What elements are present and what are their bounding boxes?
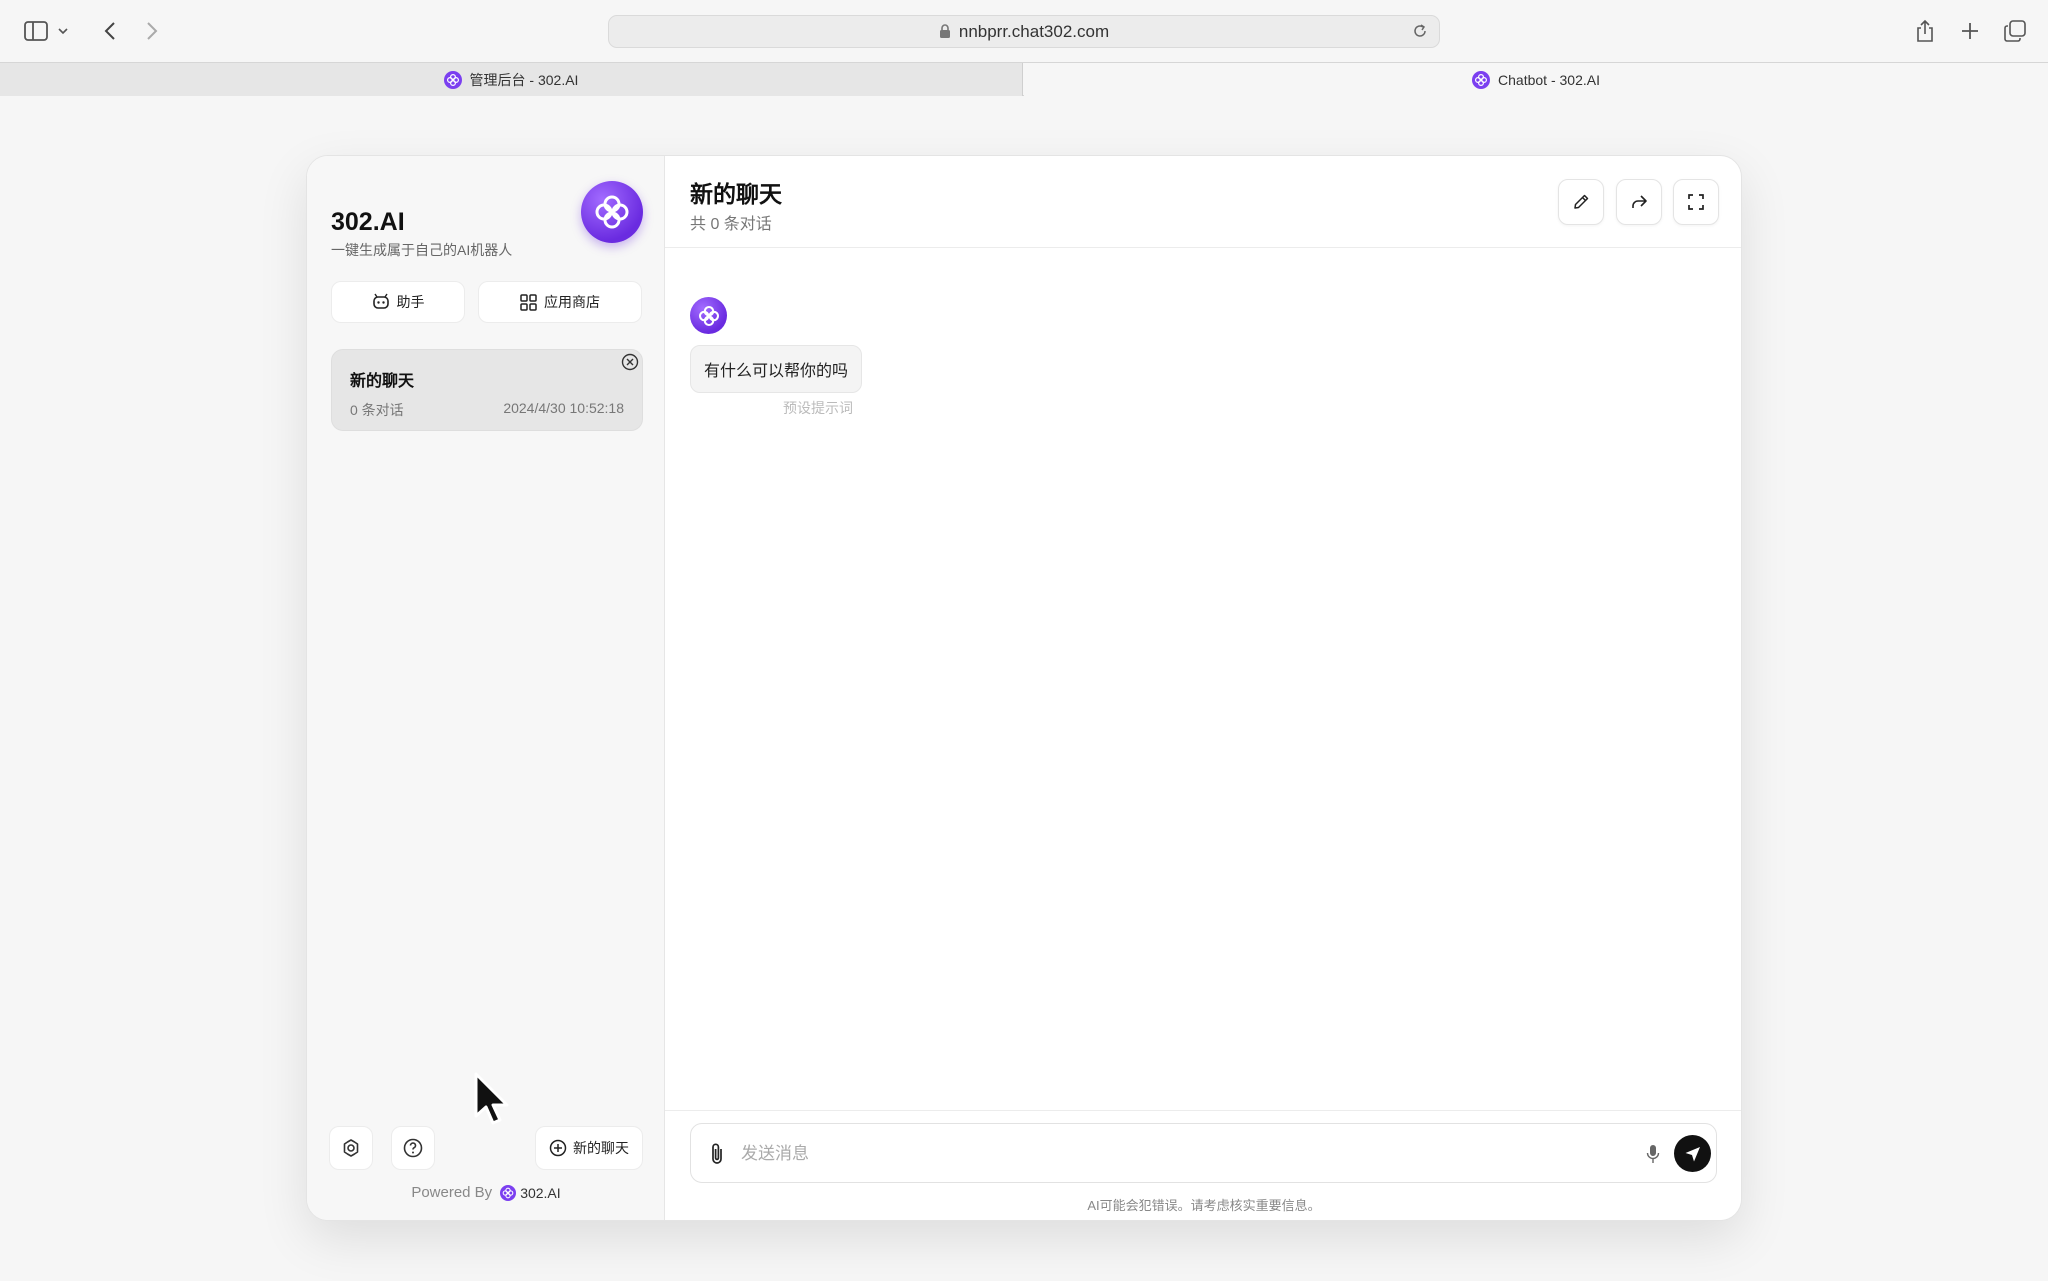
brand-logo-icon (581, 181, 643, 243)
composer-area: AI可能会犯错误。请考虑核实重要信息。 (665, 1110, 1741, 1220)
app-store-button[interactable]: 应用商店 (478, 281, 642, 323)
message-composer (690, 1123, 1717, 1183)
preset-prompt-note: 预设提示词 (783, 400, 853, 416)
mouse-cursor-icon (473, 1072, 513, 1133)
gear-icon (341, 1138, 361, 1158)
chat-list-item[interactable]: 新的聊天 0 条对话 2024/4/30 10:52:18 (331, 349, 643, 431)
powered-by-text: Powered By (411, 1184, 493, 1201)
sidebar: 302.AI 一键生成属于自己的AI机器人 助手 应用商店 新的聊天 0 条对话… (307, 156, 665, 1220)
sidebar-toggle-icon[interactable] (21, 17, 51, 45)
settings-button[interactable] (329, 1126, 373, 1170)
chevron-down-icon[interactable] (54, 17, 72, 45)
chat-item-count: 0 条对话 (350, 402, 404, 418)
grid-icon (520, 293, 537, 311)
new-chat-label: 新的聊天 (573, 1140, 629, 1156)
message-input[interactable] (741, 1138, 1621, 1170)
expand-icon (1687, 193, 1705, 211)
tab-chatbot-label: Chatbot - 302.AI (1498, 71, 1600, 88)
powered-by: Powered By 302.AI (307, 1184, 665, 1201)
tab-overview-icon[interactable] (2000, 17, 2030, 45)
tab-admin[interactable]: 管理后台 - 302.AI (0, 63, 1023, 96)
assistant-button[interactable]: 助手 (331, 281, 465, 323)
edit-button[interactable] (1558, 179, 1604, 225)
new-chat-button[interactable]: 新的聊天 (535, 1126, 643, 1170)
paperclip-icon[interactable] (703, 1140, 731, 1168)
forward-icon[interactable] (137, 17, 167, 45)
browser-toolbar: nnbprr.chat302.com (0, 0, 2048, 62)
chat-title: 新的聊天 (690, 181, 782, 207)
chat-panel: 新的聊天 共 0 条对话 有什么可以帮你的吗 预设提示词 发送消息 AI可能会犯… (665, 156, 1741, 1220)
tab-strip: 管理后台 - 302.AI Chatbot - 302.AI (0, 62, 2048, 96)
send-button[interactable] (1674, 1135, 1711, 1172)
chat-item-time: 2024/4/30 10:52:18 (503, 400, 624, 416)
302ai-logo-icon (1472, 70, 1491, 89)
address-bar[interactable]: nnbprr.chat302.com (608, 15, 1440, 48)
bot-avatar-icon (690, 297, 727, 334)
chat-header: 新的聊天 共 0 条对话 (665, 156, 1741, 248)
bot-message-bubble: 有什么可以帮你的吗 (690, 345, 863, 393)
share-arrow-icon (1630, 193, 1648, 211)
302ai-logo-icon (443, 70, 462, 89)
reload-icon[interactable] (1411, 22, 1429, 40)
app-store-label: 应用商店 (544, 294, 600, 310)
chat-item-title: 新的聊天 (350, 373, 415, 390)
send-icon (1684, 1145, 1702, 1163)
tab-admin-label: 管理后台 - 302.AI (469, 71, 579, 88)
chatbot-app: 302.AI 一键生成属于自己的AI机器人 助手 应用商店 新的聊天 0 条对话… (306, 155, 1742, 1221)
url-text: nnbprr.chat302.com (958, 21, 1110, 41)
back-icon[interactable] (95, 17, 125, 45)
powered-by-brand[interactable]: 302.AI (520, 1185, 560, 1201)
chat-subtitle: 共 0 条对话 (690, 216, 772, 233)
fullscreen-button[interactable] (1673, 179, 1719, 225)
delete-chat-icon[interactable] (620, 352, 640, 372)
brand-subtitle: 一键生成属于自己的AI机器人 (331, 242, 513, 258)
302ai-logo-icon (500, 1184, 517, 1201)
bot-icon (372, 293, 390, 311)
tab-chatbot[interactable]: Chatbot - 302.AI (1024, 63, 2048, 96)
lock-icon (939, 24, 951, 39)
ai-disclaimer: AI可能会犯错误。请考虑核实重要信息。 (1087, 1198, 1321, 1213)
share-browser-icon[interactable] (1910, 17, 1940, 45)
pencil-icon (1572, 193, 1590, 211)
plus-circle-icon (549, 1139, 567, 1157)
microphone-icon[interactable] (1641, 1142, 1665, 1166)
brand-title: 302.AI (331, 208, 405, 236)
help-button[interactable] (391, 1126, 435, 1170)
new-tab-icon[interactable] (1955, 17, 1985, 45)
question-icon (403, 1138, 423, 1158)
assistant-label: 助手 (396, 294, 425, 310)
share-button[interactable] (1616, 179, 1662, 225)
